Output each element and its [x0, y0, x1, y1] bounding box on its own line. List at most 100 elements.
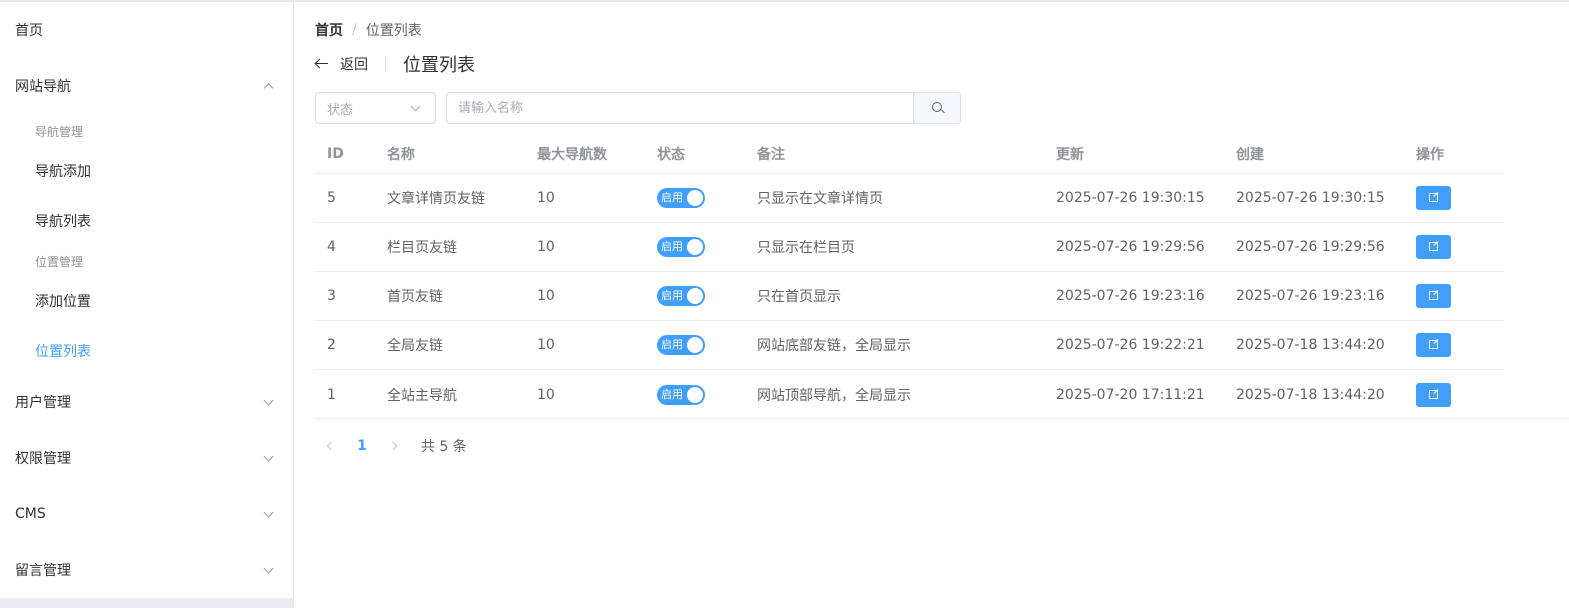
cell-id: 5 [327, 190, 336, 206]
table-bottom-border [315, 418, 1569, 419]
chevron-down-icon [263, 563, 274, 574]
table-row: 3 首页友链 10 启用 只在首页显示 2025-07-26 19:23:16 … [315, 272, 1504, 321]
cell-name: 栏目页友链 [387, 240, 457, 256]
cell-remark: 只显示在栏目页 [757, 240, 855, 256]
table-header: ID 名称 最大导航数 状态 备注 更新 创建 操作 [315, 134, 1504, 174]
edit-icon [1429, 389, 1438, 399]
edit-button[interactable] [1416, 284, 1451, 308]
column-header-id: ID [327, 145, 344, 162]
page-number[interactable]: 1 [345, 438, 379, 454]
column-header-updated: 更新 [1056, 146, 1084, 163]
table-row: 2 全局友链 10 启用 网站底部友链，全局显示 2025-07-26 19:2… [315, 321, 1504, 370]
sidebar-item-position-list[interactable]: 位置列表 [35, 341, 91, 361]
cell-ops [1416, 174, 1451, 222]
column-header-ops: 操作 [1416, 146, 1444, 163]
cell-status: 启用 [657, 321, 705, 369]
cell-max-nav: 10 [537, 190, 555, 206]
status-switch[interactable]: 启用 [657, 188, 705, 208]
sidebar-item-label: 权限管理 [15, 451, 71, 467]
cell-ops [1416, 370, 1451, 419]
column-header-remark: 备注 [757, 146, 785, 163]
sidebar-item-position-add[interactable]: 添加位置 [35, 291, 91, 311]
cell-ops [1416, 272, 1451, 320]
switch-knob [687, 190, 703, 206]
edit-button[interactable] [1416, 186, 1451, 210]
cell-created: 2025-07-18 13:44:20 [1236, 386, 1385, 403]
cell-name: 文章详情页友链 [387, 191, 485, 207]
cell-id: 4 [327, 239, 336, 255]
cell-updated: 2025-07-26 19:29:56 [1056, 239, 1205, 255]
sidebar-item-label: 用户管理 [15, 395, 71, 411]
chevron-down-icon [410, 101, 421, 112]
search-button[interactable] [913, 93, 960, 123]
menu-group-title: 导航管理 [35, 125, 84, 139]
cell-status: 启用 [657, 370, 705, 419]
chevron-down-icon [263, 451, 274, 462]
cell-updated: 2025-07-20 17:11:21 [1056, 386, 1205, 403]
cell-ops [1416, 223, 1451, 271]
status-select-placeholder: 状态 [327, 102, 354, 118]
breadcrumb: 首页 / 位置列表 [315, 20, 422, 40]
cell-remark: 网站底部友链，全局显示 [757, 338, 911, 354]
chevron-right-icon[interactable] [379, 434, 409, 458]
back-arrow-icon[interactable] [315, 57, 329, 71]
edit-icon [1429, 242, 1438, 251]
search-input[interactable] [447, 93, 913, 123]
position-table: ID 名称 最大导航数 状态 备注 更新 创建 操作 5 文章详情页友链 10 … [315, 134, 1504, 419]
breadcrumb-current: 位置列表 [365, 23, 422, 39]
pagination-total: 共 5 条 [421, 439, 467, 455]
edit-icon [1429, 291, 1438, 300]
status-switch[interactable]: 启用 [657, 286, 705, 306]
pagination: 1 共 5 条 [315, 434, 467, 458]
edit-button[interactable] [1416, 382, 1451, 407]
cell-remark: 只在首页显示 [757, 289, 841, 305]
status-switch[interactable]: 启用 [657, 384, 705, 405]
cell-updated: 2025-07-26 19:30:15 [1056, 190, 1205, 206]
sidebar-item-perm-mgmt[interactable]: 权限管理 [0, 430, 294, 486]
sidebar-item-user-mgmt[interactable]: 用户管理 [0, 374, 294, 430]
header-divider [385, 56, 386, 72]
cell-id: 2 [327, 337, 336, 353]
cell-created: 2025-07-26 19:29:56 [1236, 239, 1385, 255]
cell-name: 首页友链 [387, 289, 443, 305]
chevron-left-icon[interactable] [315, 434, 345, 458]
sidebar-item-home[interactable]: 首页 [0, 2, 294, 58]
sidebar-item-nav-add[interactable]: 导航添加 [35, 161, 91, 181]
status-select[interactable]: 状态 [315, 92, 436, 124]
sidebar-item-cms[interactable]: CMS [0, 486, 294, 542]
column-header-status: 状态 [657, 146, 685, 163]
cell-name: 全站主导航 [387, 387, 457, 404]
cell-max-nav: 10 [537, 288, 555, 304]
table-row: 4 栏目页友链 10 启用 只显示在栏目页 2025-07-26 19:29:5… [315, 223, 1504, 272]
chevron-up-icon [263, 83, 274, 94]
sidebar-item-label: 留言管理 [15, 563, 71, 579]
switch-label: 启用 [661, 338, 683, 351]
sidebar-menu: 首页 网站导航 导航管理 导航添加 导航列表 位置管理 添加位置 位置列表 用户… [0, 2, 294, 608]
edit-icon [1429, 340, 1438, 349]
back-button[interactable]: 返回 [340, 54, 368, 74]
status-switch[interactable]: 启用 [657, 237, 705, 257]
cell-id: 3 [327, 288, 336, 304]
cell-created: 2025-07-26 19:30:15 [1236, 190, 1385, 206]
page-header: 返回 位置列表 [315, 52, 475, 76]
status-switch[interactable]: 启用 [657, 335, 705, 355]
sidebar-item-nav-list[interactable]: 导航列表 [35, 211, 91, 231]
switch-knob [687, 337, 703, 353]
edit-button[interactable] [1416, 235, 1451, 259]
cell-remark: 网站顶部导航，全局显示 [757, 387, 911, 404]
edit-icon [1429, 193, 1438, 202]
sidebar-item-site-nav[interactable]: 网站导航 [0, 58, 294, 114]
column-header-created: 创建 [1236, 146, 1264, 163]
breadcrumb-home[interactable]: 首页 [315, 20, 343, 40]
cell-id: 1 [327, 386, 336, 403]
sidebar-item-label: CMS [15, 506, 46, 522]
switch-knob [687, 386, 703, 403]
search-box [446, 92, 961, 124]
table-row: 5 文章详情页友链 10 启用 只显示在文章详情页 2025-07-26 19:… [315, 174, 1504, 223]
page-title: 位置列表 [403, 55, 475, 76]
search-icon [932, 102, 942, 112]
cell-name: 全局友链 [387, 338, 443, 354]
sidebar-item-msg-mgmt[interactable]: 留言管理 [0, 542, 294, 598]
edit-button[interactable] [1416, 333, 1451, 357]
switch-label: 启用 [661, 240, 683, 253]
